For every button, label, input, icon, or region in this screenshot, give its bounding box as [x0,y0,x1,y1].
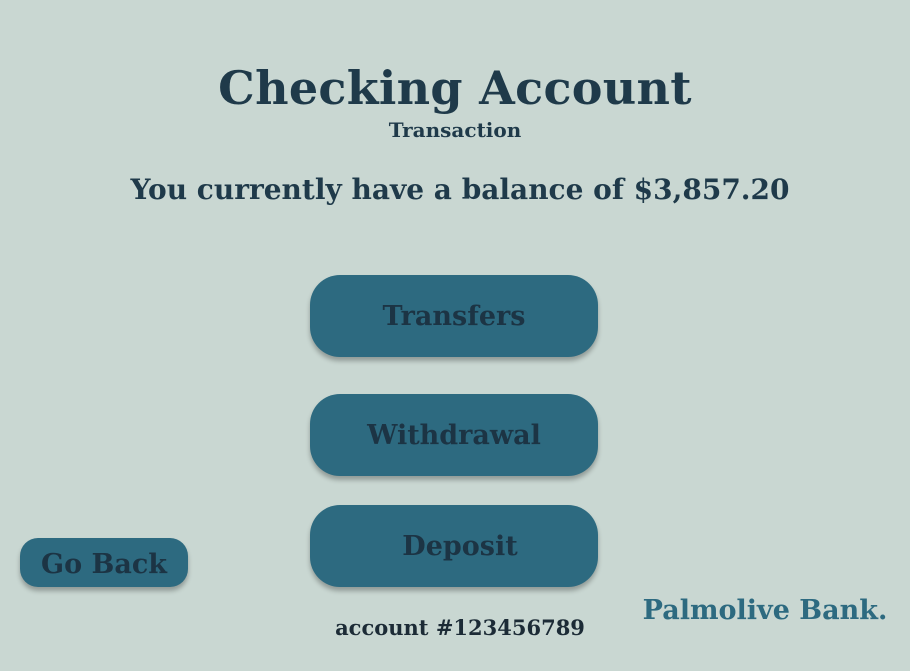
deposit-button-label: Deposit [402,530,518,562]
transfers-button-label: Transfers [382,300,526,332]
go-back-button-label: Go Back [41,548,167,580]
page-title: Checking Account [218,61,692,115]
withdrawal-button[interactable]: Withdrawal [310,394,598,476]
transfers-button[interactable]: Transfers [310,275,598,357]
deposit-button[interactable]: Deposit [310,505,598,587]
withdrawal-button-label: Withdrawal [367,419,541,451]
go-back-button[interactable]: Go Back [20,538,188,587]
balance-message: You currently have a balance of $3,857.2… [130,173,790,206]
bank-logo: Palmolive Bank. [642,595,888,626]
account-number: account #123456789 [335,615,585,640]
page-subtitle: Transaction [388,118,522,142]
